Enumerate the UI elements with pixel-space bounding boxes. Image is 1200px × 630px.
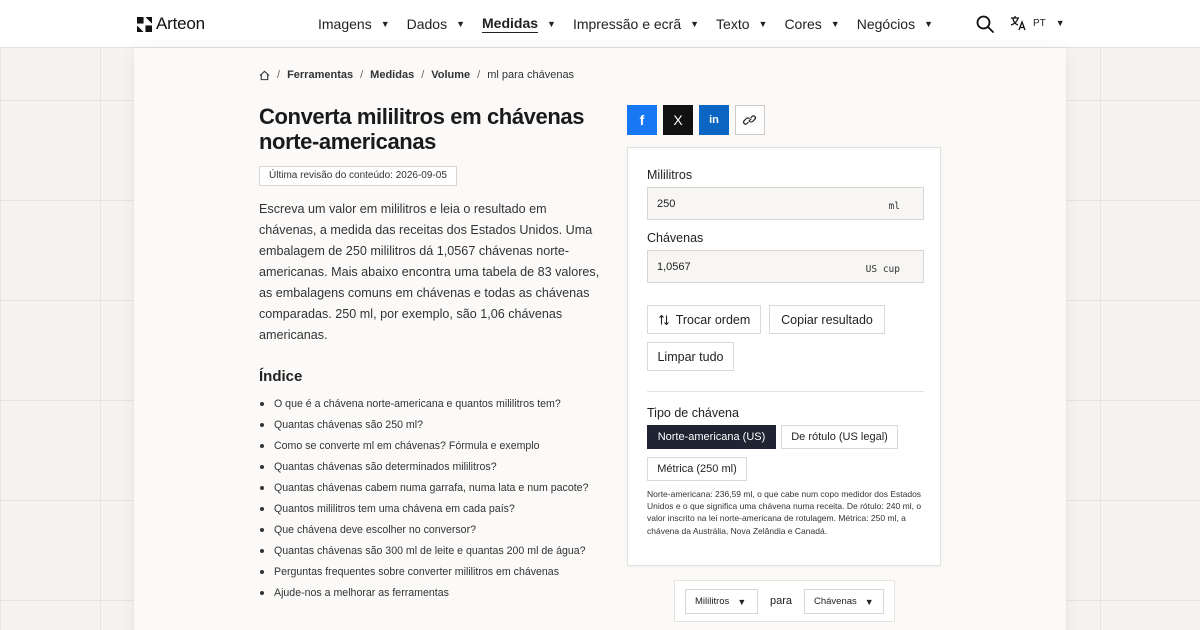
- caret-down-icon: ▼: [380, 19, 390, 29]
- swap-label: Trocar ordem: [675, 312, 751, 327]
- home-icon[interactable]: [259, 70, 270, 81]
- from-unit-select[interactable]: Mililitros ▼: [685, 589, 758, 614]
- language-code: PT: [1033, 17, 1046, 29]
- toc-item[interactable]: Quantos mililitros tem uma chávena em ca…: [260, 502, 590, 517]
- copy-result-button[interactable]: Copiar resultado: [769, 305, 885, 334]
- to-unit-value: Chávenas: [814, 596, 857, 607]
- nav-label: Dados: [406, 16, 448, 32]
- nav-label: Cores: [784, 16, 822, 32]
- toc-item[interactable]: Quantas chávenas são determinados milili…: [260, 460, 590, 475]
- toc-title: Índice: [259, 368, 303, 385]
- table-of-contents: O que é a chávena norte-americana e quan…: [260, 397, 590, 607]
- milliliters-input[interactable]: 250 ml: [647, 187, 924, 220]
- nav-item-dados[interactable]: Dados ▼: [407, 0, 465, 48]
- breadcrumb-separator: /: [360, 69, 364, 81]
- cup-type-label: Tipo de chávena: [647, 406, 739, 420]
- share-x-button[interactable]: X: [663, 105, 693, 135]
- logo-text: Arteon: [156, 14, 205, 33]
- nav-label: Texto: [716, 16, 750, 32]
- search-icon[interactable]: [975, 14, 995, 34]
- caret-down-icon: ▼: [456, 19, 466, 29]
- caret-down-icon: ▼: [1055, 18, 1065, 28]
- breadcrumb-separator: /: [277, 69, 281, 81]
- to-label: Chávenas: [647, 231, 704, 245]
- toc-item[interactable]: Ajude-nos a melhorar as ferramentas: [260, 586, 590, 601]
- clear-all-label: Limpar tudo: [657, 349, 724, 364]
- cup-type-metric[interactable]: Métrica (250 ml): [647, 457, 747, 481]
- caret-down-icon: ▼: [690, 19, 700, 29]
- x-icon: X: [673, 112, 683, 128]
- unit-connector: para: [770, 595, 793, 607]
- facebook-icon: f: [639, 112, 645, 128]
- caret-down-icon: ▼: [924, 19, 934, 29]
- cup-type-us-legal[interactable]: De rótulo (US legal): [781, 425, 898, 449]
- share-facebook-button[interactable]: f: [627, 105, 657, 135]
- cups-input[interactable]: 1,0567 US cup: [647, 250, 924, 283]
- copy-result-label: Copiar resultado: [781, 312, 873, 327]
- main-nav: Imagens ▼ Dados ▼ Medidas ▼ Impressão e …: [318, 0, 950, 48]
- milliliters-unit: ml: [888, 201, 900, 212]
- caret-down-icon: ▼: [737, 596, 747, 607]
- breadcrumb-separator: /: [477, 69, 481, 81]
- toc-item[interactable]: O que é a chávena norte-americana e quan…: [260, 397, 590, 412]
- unit-selector-bar: Mililitros ▼ para Chávenas ▼: [674, 580, 895, 622]
- cup-type-note: Norte-americana: 236,59 ml, o que cabe n…: [647, 489, 922, 536]
- clear-all-button[interactable]: Limpar tudo: [647, 342, 734, 371]
- from-label: Mililitros: [647, 168, 693, 182]
- breadcrumb-current: ml para chávenas: [487, 69, 575, 81]
- breadcrumb-ferramentas[interactable]: Ferramentas: [287, 69, 353, 81]
- caret-down-icon: ▼: [830, 19, 840, 29]
- swap-button[interactable]: Trocar ordem: [647, 305, 761, 334]
- toc-item[interactable]: Perguntas frequentes sobre converter mil…: [260, 565, 590, 580]
- nav-item-impressao[interactable]: Impressão e ecrã ▼: [573, 0, 699, 48]
- nav-item-imagens[interactable]: Imagens ▼: [318, 0, 390, 48]
- page-title: Converta mililitros em chávenas norte-am…: [259, 104, 585, 154]
- nav-item-texto[interactable]: Texto ▼: [716, 0, 767, 48]
- breadcrumb-volume[interactable]: Volume: [431, 69, 470, 81]
- breadcrumb-separator: /: [421, 69, 425, 81]
- breadcrumb: / Ferramentas / Medidas / Volume / ml pa…: [259, 69, 574, 81]
- toc-item[interactable]: Quantas chávenas são 250 ml?: [260, 418, 590, 433]
- copy-link-button[interactable]: [735, 105, 765, 135]
- share-linkedin-button[interactable]: in: [699, 105, 729, 135]
- link-icon: [743, 115, 756, 125]
- linkedin-icon: in: [709, 114, 719, 126]
- language-selector[interactable]: PT ▼: [1010, 15, 1065, 31]
- nav-label: Negócios: [856, 16, 916, 32]
- logo-icon: [137, 16, 152, 32]
- cup-type-us[interactable]: Norte-americana (US): [647, 425, 776, 449]
- caret-down-icon: ▼: [758, 19, 768, 29]
- revision-badge: Última revisão do conteúdo: 2026-09-05: [259, 166, 457, 186]
- cups-unit: US cup: [865, 264, 900, 275]
- nav-item-negocios[interactable]: Negócios ▼: [857, 0, 933, 48]
- translate-icon: [1010, 16, 1026, 31]
- nav-label: Medidas: [482, 15, 539, 33]
- converter-card: Mililitros 250 ml Chávenas 1,0567 US cup…: [627, 147, 941, 566]
- toc-item[interactable]: Quantas chávenas são 300 ml de leite e q…: [260, 544, 590, 559]
- caret-down-icon: ▼: [864, 596, 874, 607]
- breadcrumb-medidas[interactable]: Medidas: [370, 69, 414, 81]
- toc-item[interactable]: Como se converte ml em chávenas? Fórmula…: [260, 439, 590, 454]
- toc-item[interactable]: Quantas chávenas cabem numa garrafa, num…: [260, 481, 590, 496]
- logo[interactable]: Arteon: [137, 14, 205, 34]
- site-header: Arteon Imagens ▼ Dados ▼ Medidas ▼ Impre…: [0, 0, 1200, 48]
- to-unit-select[interactable]: Chávenas ▼: [804, 589, 884, 614]
- toc-item[interactable]: Que chávena deve escolher no conversor?: [260, 523, 590, 538]
- nav-label: Impressão e ecrã: [572, 16, 682, 32]
- from-unit-value: Mililitros: [695, 596, 730, 607]
- share-buttons: f X in: [627, 105, 765, 135]
- caret-down-icon: ▼: [547, 19, 556, 29]
- milliliters-value: 250: [657, 198, 676, 210]
- swap-icon: [658, 314, 669, 325]
- cups-value: 1,0567: [657, 261, 691, 273]
- nav-label: Imagens: [318, 16, 372, 32]
- nav-item-medidas[interactable]: Medidas ▼: [482, 0, 556, 48]
- intro-paragraph: Escreva um valor em mililitros e leia o …: [259, 202, 600, 342]
- nav-item-cores[interactable]: Cores ▼: [784, 0, 839, 48]
- divider: [647, 391, 924, 392]
